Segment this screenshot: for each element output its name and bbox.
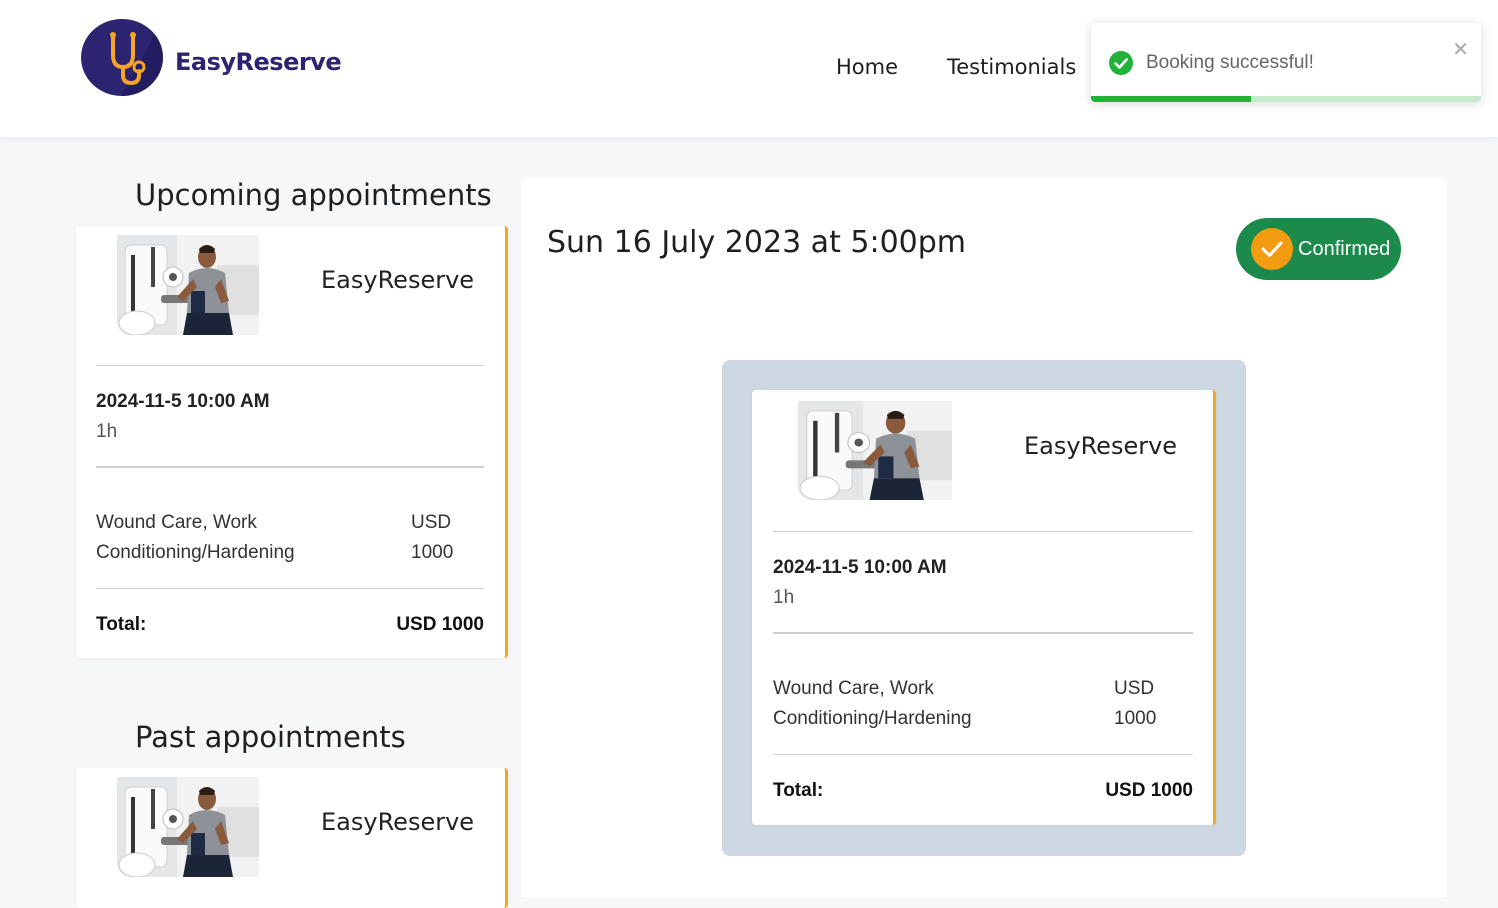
status-badge[interactable]: Confirmed: [1236, 218, 1401, 280]
card-brand: EasyReserve: [321, 266, 475, 294]
past-title: Past appointments: [135, 720, 406, 754]
status-label: Confirmed: [1298, 238, 1391, 260]
divider: [96, 365, 484, 366]
past-appointment-card[interactable]: EasyReserve: [76, 768, 508, 908]
service-price: USD 1000: [411, 512, 454, 563]
divider: [96, 466, 484, 468]
divider: [96, 588, 484, 589]
divider: [773, 754, 1193, 755]
divider: [773, 632, 1193, 634]
stethoscope-icon[interactable]: [81, 19, 163, 96]
toast-message: Booking successful!: [1146, 52, 1314, 73]
total-value: USD 1000: [1105, 780, 1193, 801]
close-icon[interactable]: ✕: [1452, 37, 1469, 62]
provider-photo: [117, 777, 259, 877]
appointment-datetime: 2024-11-5 10:00 AM: [773, 557, 947, 578]
toast-progress-bar: [1091, 96, 1251, 102]
card-brand: EasyReserve: [1024, 432, 1178, 460]
success-toast: Booking successful! ✕: [1091, 23, 1481, 102]
nav-home[interactable]: Home: [836, 55, 898, 79]
total-label: Total:: [773, 780, 824, 801]
appointment-datetime: 2024-11-5 10:00 AM: [96, 391, 270, 412]
upcoming-title: Upcoming appointments: [135, 178, 492, 212]
appointment-duration: 1h: [773, 587, 795, 608]
service-name: Wound Care, Work Conditioning/Hardening: [96, 512, 295, 563]
check-circle-icon: [1109, 51, 1133, 75]
detail-appointment-card: EasyReserve 2024-11-5 10:00 AM 1h Wound …: [752, 390, 1216, 825]
check-icon: [1251, 228, 1293, 270]
divider: [773, 531, 1193, 532]
brand-name[interactable]: EasyReserve: [175, 48, 342, 76]
service-name: Wound Care, Work Conditioning/Hardening: [773, 678, 972, 729]
detail-date: Sun 16 July 2023 at 5:00pm: [547, 225, 967, 260]
toast-progress-track: [1091, 96, 1481, 102]
appointment-duration: 1h: [96, 421, 118, 442]
service-price: USD 1000: [1114, 678, 1157, 729]
upcoming-appointment-card[interactable]: EasyReserve 2024-11-5 10:00 AM 1h Wound …: [76, 226, 508, 658]
card-brand: EasyReserve: [321, 808, 475, 836]
provider-photo: [798, 401, 952, 500]
total-label: Total:: [96, 614, 147, 635]
provider-photo: [117, 235, 259, 335]
total-value: USD 1000: [396, 614, 484, 635]
nav-testimonials[interactable]: Testimonials: [947, 55, 1076, 79]
